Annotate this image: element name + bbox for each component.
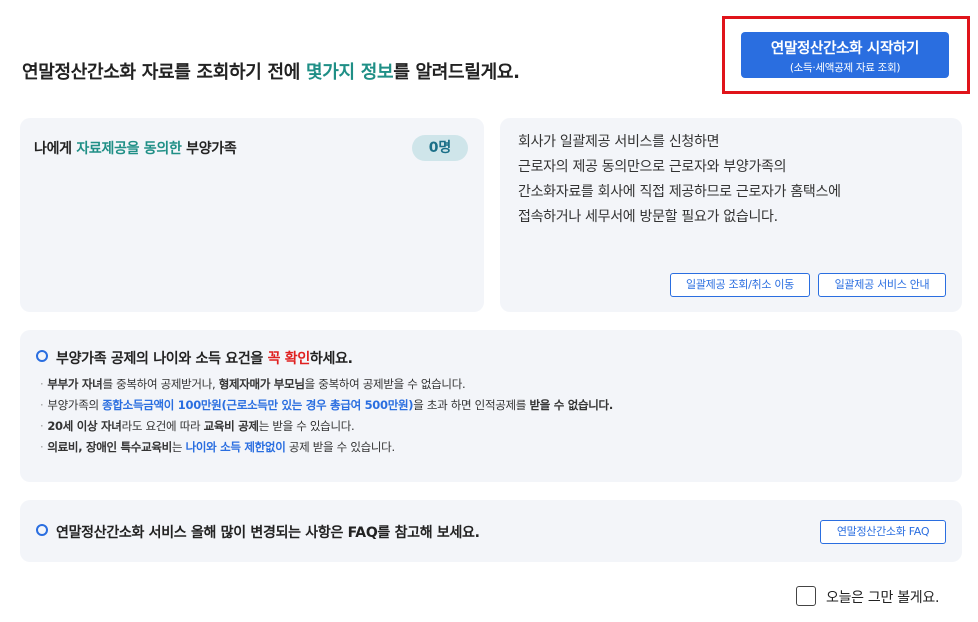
notice-title-end: 하세요. (309, 351, 353, 367)
bullet-text: 을 초과 하면 인적공제를 (413, 398, 530, 412)
start-button-highlight-frame: 연말정산간소화 시작하기 (소득·세액공제 자료 조회) (722, 16, 970, 94)
notice-bullet: · 부부가 자녀를 중복하여 공제받거나, 형제자매가 부모님을 중복하여 공제받… (40, 374, 613, 395)
notice-title-emphasis-confirm: 확인 (284, 351, 310, 367)
bullet-text: 부양가족의 (47, 398, 103, 412)
start-button-sublabel: (소득·세액공제 자료 조회) (789, 62, 901, 74)
bullet-dot-icon: · (40, 398, 44, 412)
bullet-text: 받을 수 없습니다. (529, 398, 613, 412)
notice-bullet: · 의료비, 장애인 특수교육비는 나이와 소득 제한없이 공제 받을 수 있습니… (40, 437, 613, 458)
notice-bullet: · 부양가족의 종합소득금액이 100만원(근로소득만 있는 경우 총급여 500… (40, 395, 613, 416)
notice-bullet-list: · 부부가 자녀를 중복하여 공제받거나, 형제자매가 부모님을 중복하여 공제받… (40, 374, 613, 458)
notice-title: 부양가족 공제의 나이와 소득 요건을 꼭 확인하세요. (36, 348, 353, 368)
bulk-query-cancel-button[interactable]: 일괄제공 조회/취소 이동 (670, 273, 810, 297)
bullet-text: 공제 받을 수 있습니다. (285, 440, 395, 454)
bullet-text: 는 (171, 440, 186, 454)
description-line: 접속하거나 세무서에 방문할 필요가 없습니다. (518, 209, 778, 225)
bullet-dot-icon: · (40, 377, 44, 391)
consented-dependents-panel: 나에게 자료제공을 동의한 부양가족 0명 (20, 118, 484, 312)
faq-title: 연말정산간소화 서비스 올해 많이 변경되는 사항은 FAQ를 참고해 보세요. (36, 522, 480, 542)
bullet-text: 종합소득금액이 100만원(근로소득만 있는 경우 총급여 500만원) (102, 398, 414, 412)
faq-button[interactable]: 연말정산간소화 FAQ (820, 520, 946, 544)
notice-title-emphasis: 꼭 (267, 351, 281, 367)
bullet-text: 형제자매가 부모님 (218, 377, 305, 391)
page-headline: 연말정산간소화 자료를 조회하기 전에 몇가지 정보를 알려드릴게요. (22, 58, 520, 84)
headline-text-end: 를 알려드릴게요. (393, 62, 520, 83)
bullet-text: 를 중복하여 공제받거나, (102, 377, 219, 391)
circle-bullet-icon (36, 350, 48, 362)
bullet-text: 부부가 자녀 (47, 377, 103, 391)
bullet-text: 교육비 공제 (203, 419, 259, 433)
bullet-text: 라도 요건에 따라 (121, 419, 204, 433)
faq-panel: 연말정산간소화 서비스 올해 많이 변경되는 사항은 FAQ를 참고해 보세요.… (20, 500, 962, 562)
bullet-dot-icon: · (40, 419, 44, 433)
headline-highlight: 몇가지 정보 (306, 62, 394, 83)
faq-title-text: 연말정산간소화 서비스 올해 많이 변경되는 사항은 FAQ를 참고해 보세요. (56, 525, 480, 541)
dependents-suffix: 부양가족 (181, 141, 237, 157)
bullet-dot-icon: · (40, 440, 44, 454)
dependents-prefix: 나에게 (34, 141, 77, 157)
dependents-highlight: 자료제공을 동의한 (76, 141, 182, 157)
description-line: 간소화자료를 회사에 직접 제공하므로 근로자가 홈택스에 (518, 184, 841, 200)
dependent-requirements-notice: 부양가족 공제의 나이와 소득 요건을 꼭 확인하세요. · 부부가 자녀를 중복… (20, 330, 962, 482)
description-line: 근로자의 제공 동의만으로 근로자와 부양가족의 (518, 159, 787, 175)
notice-bullet: · 20세 이상 자녀라도 요건에 따라 교육비 공제는 받을 수 있습니다. (40, 416, 613, 437)
bulk-provision-description: 회사가 일괄제공 서비스를 신청하면 근로자의 제공 동의만으로 근로자와 부양… (518, 130, 841, 230)
bullet-text: 의료비, 장애인 특수교육비 (47, 440, 172, 454)
consented-dependents-title: 나에게 자료제공을 동의한 부양가족 (34, 138, 237, 158)
bullet-text: 을 중복하여 공제받을 수 없습니다. (304, 377, 466, 391)
bulk-service-guide-button[interactable]: 일괄제공 서비스 안내 (818, 273, 946, 297)
headline-text: 연말정산간소화 자료를 조회하기 전에 (22, 62, 307, 83)
bullet-text: 20세 이상 자녀 (47, 419, 122, 433)
dependents-count-badge: 0명 (412, 135, 468, 161)
bullet-text: 나이와 소득 제한없이 (185, 440, 286, 454)
dismiss-today-checkbox[interactable] (796, 586, 816, 606)
bullet-text: 는 받을 수 있습니다. (258, 419, 355, 433)
start-simplified-service-button[interactable]: 연말정산간소화 시작하기 (소득·세액공제 자료 조회) (741, 32, 949, 78)
bulk-provision-info-panel: 회사가 일괄제공 서비스를 신청하면 근로자의 제공 동의만으로 근로자와 부양… (500, 118, 962, 312)
dismiss-today-label[interactable]: 오늘은 그만 볼게요. (826, 587, 939, 607)
circle-bullet-icon (36, 524, 48, 536)
start-button-label: 연말정산간소화 시작하기 (770, 41, 920, 57)
notice-title-text: 부양가족 공제의 나이와 소득 요건을 (56, 351, 268, 367)
description-line: 회사가 일괄제공 서비스를 신청하면 (518, 134, 720, 150)
